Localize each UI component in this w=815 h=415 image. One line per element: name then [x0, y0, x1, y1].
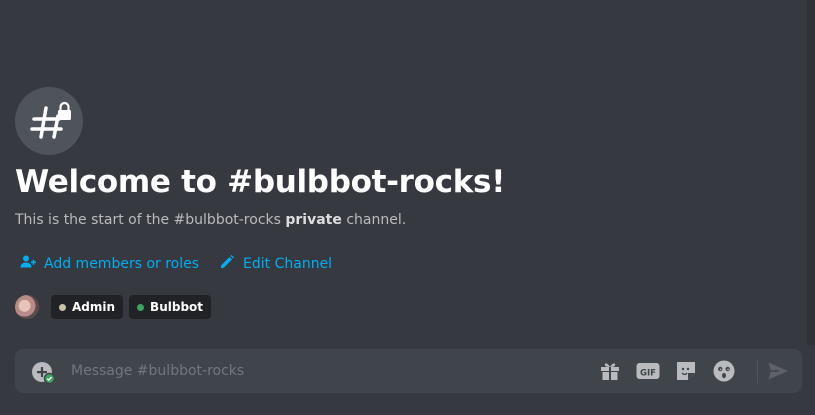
welcome-title: Welcome to #bulbbot-rocks! [15, 164, 506, 200]
role-color-dot [59, 303, 66, 311]
add-members-label: Add members or roles [44, 256, 200, 272]
role-label: Bulbbot [150, 300, 204, 314]
message-composer: GIF [15, 349, 802, 393]
send-icon [766, 362, 790, 387]
welcome-subtitle-private: private [285, 212, 342, 228]
channel-actions: Add members or roles Edit Channel [20, 254, 332, 274]
welcome-subtitle-suffix: channel. [341, 212, 407, 228]
sticker-icon [674, 362, 698, 387]
message-input[interactable] [71, 349, 571, 393]
gif-icon: GIF [636, 363, 660, 387]
welcome-subtitle-prefix: This is the start of the #bulbbot-rocks [15, 212, 286, 228]
edit-channel-label: Edit Channel [243, 256, 333, 272]
role-pill-bulbbot[interactable]: Bulbbot [129, 295, 212, 319]
welcome-subtitle: This is the start of the #bulbbot-rocks … [15, 212, 406, 228]
channel-members: Admin Bulbbot [15, 295, 212, 319]
pencil-icon [219, 254, 235, 274]
gif-label: GIF [640, 368, 656, 378]
role-label: Admin [72, 300, 116, 314]
gift-icon [598, 363, 622, 387]
scrollbar-track[interactable] [807, 0, 815, 345]
plus-circle-icon [31, 362, 56, 388]
add-members-button[interactable]: Add members or roles [20, 254, 199, 274]
emoji-button[interactable] [712, 359, 736, 383]
gift-button[interactable] [598, 359, 622, 383]
edit-channel-button[interactable]: Edit Channel [219, 254, 332, 274]
send-button[interactable] [766, 359, 790, 383]
private-channel-icon [15, 87, 83, 155]
gif-button[interactable]: GIF [636, 359, 660, 383]
toolbar-divider [757, 359, 758, 383]
attach-button[interactable] [31, 360, 56, 385]
emoji-icon [712, 360, 736, 387]
role-pill-admin[interactable]: Admin [51, 295, 124, 319]
add-member-icon [20, 254, 36, 274]
sticker-button[interactable] [674, 359, 698, 383]
role-color-dot [137, 303, 145, 311]
avatar[interactable] [15, 295, 39, 319]
